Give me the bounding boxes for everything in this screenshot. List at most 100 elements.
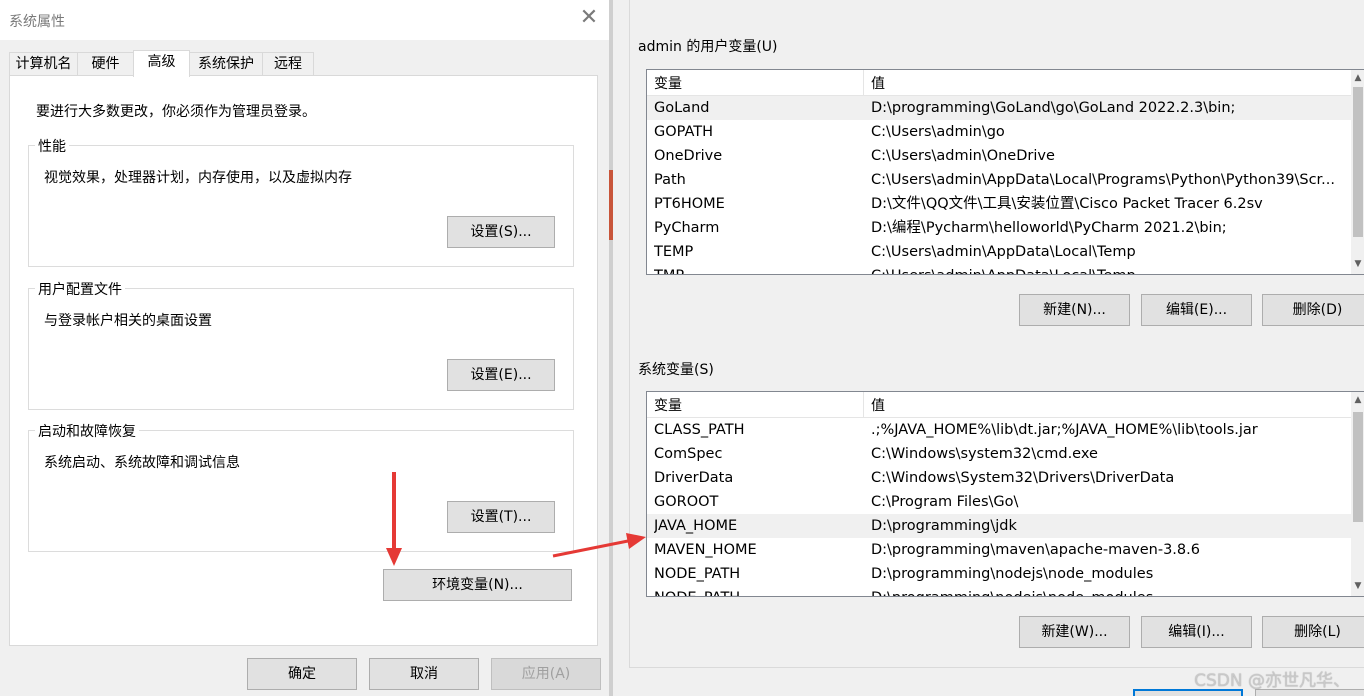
close-icon[interactable]: ✕ [578, 7, 600, 29]
performance-group: 性能 视觉效果，处理器计划，内存使用，以及虚拟内存 设置(S)... [28, 136, 574, 267]
variable-name: OneDrive [654, 148, 723, 164]
variable-value: C:\Windows\System32\Drivers\DriverData [871, 470, 1175, 486]
user-variables-scrollbar[interactable]: ▲ ▼ [1351, 70, 1364, 274]
apply-button[interactable]: 应用(A) [491, 658, 601, 690]
scroll-up-icon[interactable]: ▲ [1351, 71, 1364, 85]
table-row[interactable]: PT6HOME D:\文件\QQ文件\工具\安装位置\Cisco Packet T… [647, 192, 1352, 216]
startup-recovery-group-label: 启动和故障恢复 [35, 421, 139, 441]
environment-variables-button[interactable]: 环境变量(N)... [383, 569, 572, 601]
advanced-tab-panel: 要进行大多数更改，你必须作为管理员登录。 性能 视觉效果，处理器计划，内存使用，… [9, 75, 598, 646]
watermark: CSDN @亦世凡华、 [1194, 671, 1350, 691]
system-variables-scrollbar[interactable]: ▲ ▼ [1351, 392, 1364, 596]
variable-value: D:\编程\Pycharm\helloworld\PyCharm 2021.2\… [871, 220, 1227, 236]
variable-name: Path [654, 172, 686, 188]
user-profiles-group: 用户配置文件 与登录帐户相关的桌面设置 设置(E)... [28, 279, 574, 410]
variable-name: MAVEN_HOME [654, 542, 757, 558]
variable-value: C:\Program Files\Go\ [871, 494, 1019, 510]
table-row[interactable]: NODE_PATH D:\programming\nodejs\node_modu… [647, 586, 1352, 596]
tab-system-protection[interactable]: 系统保护 [189, 52, 263, 76]
variable-name: JAVA_HOME [654, 518, 738, 534]
table-row[interactable]: CLASS_PATH .;%JAVA_HOME%\lib\dt.jar;%JAVA… [647, 418, 1352, 442]
system-variables-label: 系统变量(S) [636, 359, 716, 379]
table-row[interactable]: GOROOT C:\Program Files\Go\ [647, 490, 1352, 514]
variable-name: TMP [654, 264, 859, 274]
table-row[interactable]: OneDrive C:\Users\admin\OneDrive [647, 144, 1352, 168]
tab-hardware[interactable]: 硬件 [77, 52, 134, 76]
scroll-thumb[interactable] [1353, 87, 1363, 237]
variable-value: D:\programming\nodejs\node_modules [871, 586, 1350, 596]
performance-settings-button[interactable]: 设置(S)... [447, 216, 555, 248]
system-edit-button[interactable]: 编辑(I)... [1141, 616, 1252, 648]
performance-group-label: 性能 [35, 136, 69, 156]
tab-remote[interactable]: 远程 [262, 52, 314, 76]
system-new-button[interactable]: 新建(W)... [1019, 616, 1130, 648]
column-header-name[interactable]: 变量 [647, 392, 863, 418]
table-row[interactable]: MAVEN_HOME D:\programming\maven\apache-ma… [647, 538, 1352, 562]
variable-value: D:\programming\nodejs\node_modules [871, 566, 1154, 582]
startup-recovery-group: 启动和故障恢复 系统启动、系统故障和调试信息 设置(T)... [28, 421, 574, 552]
startup-recovery-settings-button[interactable]: 设置(T)... [447, 501, 555, 533]
table-row[interactable]: GoLand D:\programming\GoLand\go\GoLand 20… [647, 96, 1352, 120]
user-profiles-group-label: 用户配置文件 [35, 279, 125, 299]
variable-value: C:\Users\admin\AppData\Local\Programs\Py… [871, 172, 1335, 188]
variable-value: C:\Users\admin\AppData\Local\Temp [871, 264, 1350, 274]
scroll-thumb[interactable] [1353, 412, 1363, 522]
user-delete-button[interactable]: 删除(D) [1262, 294, 1364, 326]
variable-value: C:\Users\admin\go [871, 124, 1005, 140]
variable-name: TEMP [654, 244, 694, 260]
table-row[interactable]: TMP C:\Users\admin\AppData\Local\Temp [647, 264, 1352, 274]
variable-value: D:\文件\QQ文件\工具\安装位置\Cisco Packet Tracer 6… [871, 196, 1263, 212]
table-row[interactable]: DriverData C:\Windows\System32\Drivers\Dr… [647, 466, 1352, 490]
dialog-title: 系统属性 [9, 14, 65, 30]
table-row[interactable]: Path C:\Users\admin\AppData\Local\Program… [647, 168, 1352, 192]
table-row[interactable]: PyCharm D:\编程\Pycharm\helloworld\PyCharm … [647, 216, 1352, 240]
variable-value: D:\programming\maven\apache-maven-3.8.6 [871, 542, 1200, 558]
cancel-button[interactable]: 取消 [369, 658, 479, 690]
variable-name: GoLand [654, 100, 710, 116]
user-variables-list: 变量 值 GoLand D:\programming\GoLand\go\GoLa… [646, 69, 1364, 275]
variable-value: .;%JAVA_HOME%\lib\dt.jar;%JAVA_HOME%\lib… [871, 422, 1258, 438]
variable-name: DriverData [654, 470, 734, 486]
environment-variables-dialog: admin 的用户变量(U) 变量 值 GoLand D:\programming… [613, 0, 1364, 696]
table-row[interactable]: NODE_PATH D:\programming\nodejs\node_modu… [647, 562, 1352, 586]
system-variables-header: 变量 值 [647, 392, 1352, 418]
startup-recovery-description: 系统启动、系统故障和调试信息 [44, 455, 240, 471]
user-variables-rows: GoLand D:\programming\GoLand\go\GoLand 20… [647, 96, 1352, 274]
variable-name: PT6HOME [654, 196, 725, 212]
column-header-value[interactable]: 值 [864, 392, 1352, 418]
user-new-button[interactable]: 新建(N)... [1019, 294, 1130, 326]
scroll-down-icon[interactable]: ▼ [1351, 579, 1364, 593]
scroll-up-icon[interactable]: ▲ [1351, 393, 1364, 407]
admin-note: 要进行大多数更改，你必须作为管理员登录。 [36, 104, 316, 120]
ok-button[interactable]: 确定 [247, 658, 357, 690]
system-properties-dialog: 系统属性 ✕ 计算机名 硬件 高级 系统保护 远程 要进行大多数更改，你必须作为… [0, 0, 609, 696]
user-profiles-settings-button[interactable]: 设置(E)... [447, 359, 555, 391]
table-row[interactable]: ComSpec C:\Windows\system32\cmd.exe [647, 442, 1352, 466]
variable-name: CLASS_PATH [654, 422, 745, 438]
column-header-name[interactable]: 变量 [647, 70, 863, 96]
tab-computer-name[interactable]: 计算机名 [9, 52, 78, 76]
system-delete-button[interactable]: 删除(L) [1262, 616, 1364, 648]
tab-advanced[interactable]: 高级 [133, 50, 190, 77]
variable-value: C:\Windows\system32\cmd.exe [871, 446, 1098, 462]
performance-description: 视觉效果，处理器计划，内存使用，以及虚拟内存 [44, 170, 352, 186]
table-row[interactable]: JAVA_HOME D:\programming\jdk [647, 514, 1352, 538]
user-profiles-description: 与登录帐户相关的桌面设置 [44, 313, 212, 329]
system-variables-list: 变量 值 CLASS_PATH .;%JAVA_HOME%\lib\dt.jar;… [646, 391, 1364, 597]
variable-value: C:\Users\admin\OneDrive [871, 148, 1055, 164]
scroll-down-icon[interactable]: ▼ [1351, 257, 1364, 271]
variable-value: D:\programming\jdk [871, 518, 1017, 534]
variable-value: C:\Users\admin\AppData\Local\Temp [871, 244, 1136, 260]
variable-value: D:\programming\GoLand\go\GoLand 2022.2.3… [871, 100, 1236, 116]
column-header-value[interactable]: 值 [864, 70, 1352, 96]
user-edit-button[interactable]: 编辑(E)... [1141, 294, 1252, 326]
table-row[interactable]: GOPATH C:\Users\admin\go [647, 120, 1352, 144]
variable-name: GOROOT [654, 494, 719, 510]
variable-name: NODE_PATH [654, 566, 741, 582]
user-variables-header: 变量 值 [647, 70, 1352, 96]
title-bar: 系统属性 ✕ [0, 0, 609, 40]
table-row[interactable]: TEMP C:\Users\admin\AppData\Local\Temp [647, 240, 1352, 264]
variable-name: GOPATH [654, 124, 714, 140]
variable-name: PyCharm [654, 220, 720, 236]
user-variables-label: admin 的用户变量(U) [636, 36, 780, 56]
